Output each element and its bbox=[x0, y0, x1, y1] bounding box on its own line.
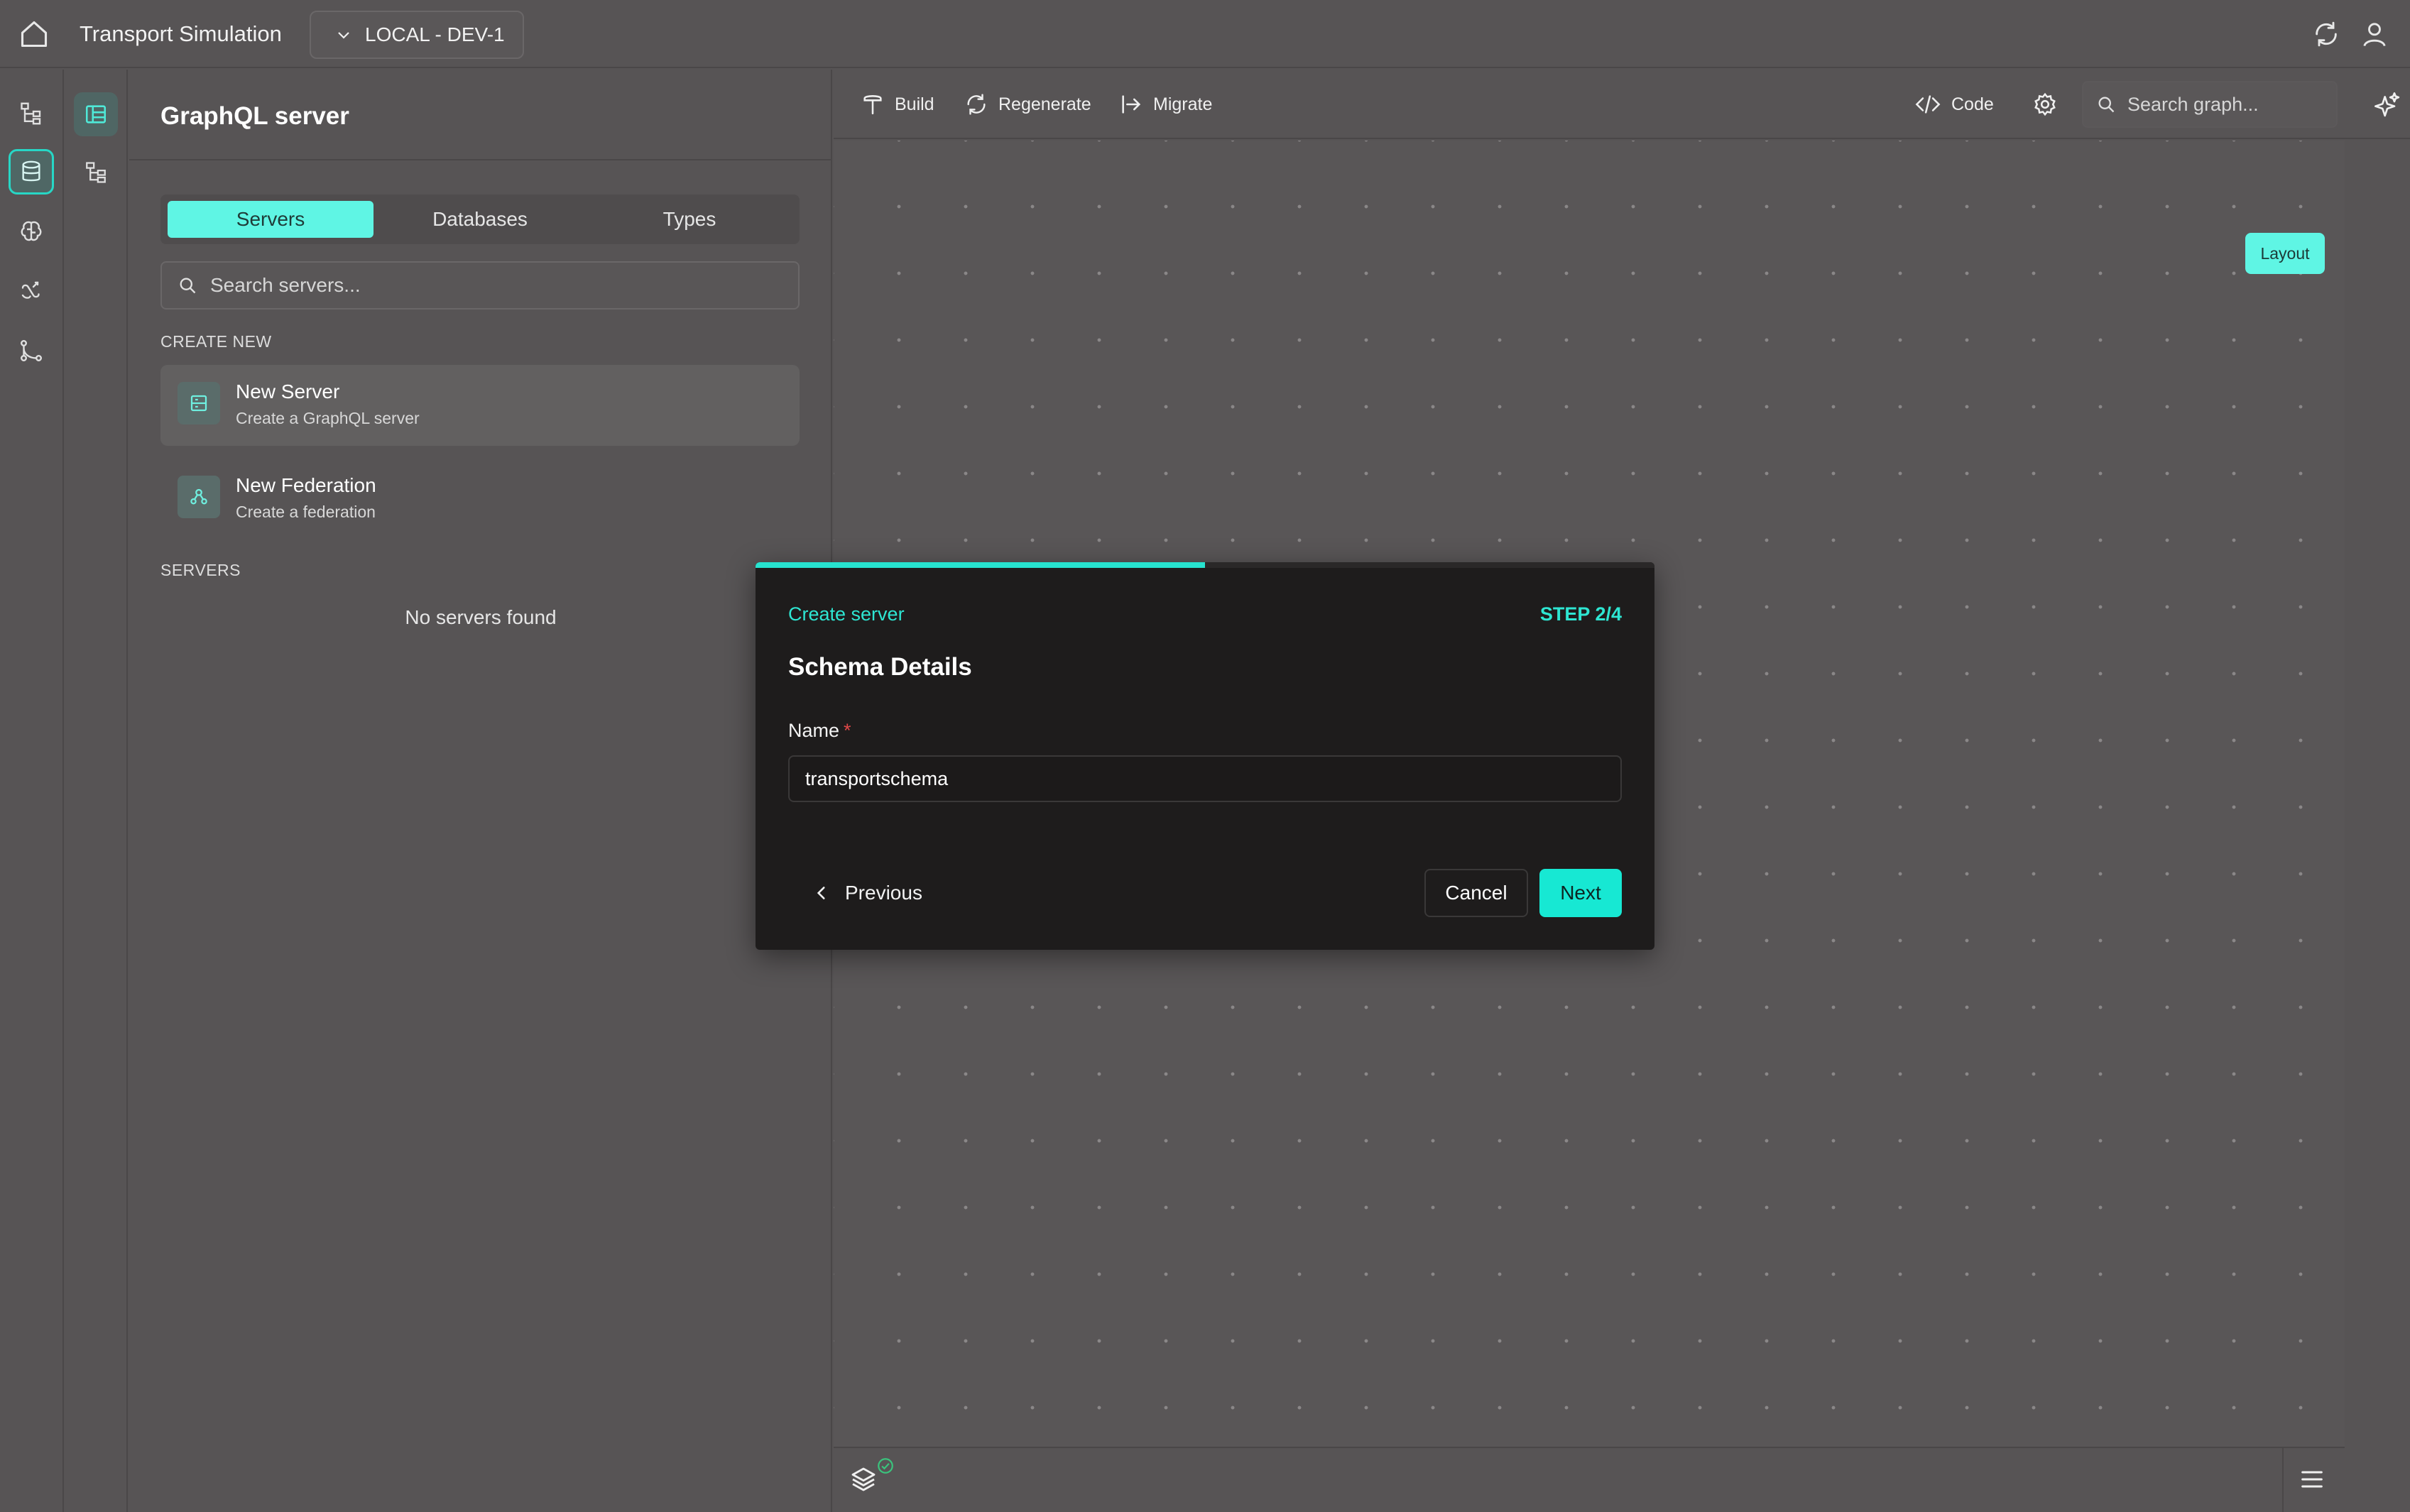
sparkle-icon[interactable] bbox=[2373, 91, 2401, 119]
secondary-nav-rail bbox=[65, 70, 128, 1512]
database-icon[interactable] bbox=[9, 149, 54, 195]
hamburger-menu-icon[interactable] bbox=[2298, 1465, 2326, 1494]
panel-tabs: Servers Databases Types bbox=[160, 195, 800, 244]
home-icon[interactable] bbox=[18, 18, 50, 50]
step-progress-fill bbox=[756, 562, 1205, 568]
tree-structure-icon[interactable] bbox=[9, 91, 54, 136]
code-button[interactable]: Code bbox=[1914, 88, 1994, 121]
top-bar: Transport Simulation LOCAL - DEV-1 bbox=[0, 0, 2410, 68]
graph-toolbar: Build Regenerate Migrate Code Search gra… bbox=[834, 70, 2410, 139]
new-server-item[interactable]: New Server Create a GraphQL server bbox=[160, 365, 800, 446]
hierarchy-icon[interactable] bbox=[74, 150, 118, 195]
refresh-icon[interactable] bbox=[2312, 20, 2340, 48]
code-icon bbox=[1914, 92, 1951, 116]
previous-button[interactable]: Previous bbox=[788, 869, 922, 917]
chevron-down-icon bbox=[335, 26, 352, 43]
server-search-box bbox=[160, 261, 800, 309]
migrate-label: Migrate bbox=[1153, 94, 1213, 114]
previous-label: Previous bbox=[845, 882, 922, 904]
primary-nav-rail bbox=[0, 70, 64, 1512]
app-title: Transport Simulation bbox=[80, 21, 282, 46]
new-federation-item[interactable]: New Federation Create a federation bbox=[160, 459, 800, 539]
new-server-title: New Server bbox=[236, 380, 340, 402]
build-label: Build bbox=[895, 94, 934, 114]
tab-servers[interactable]: Servers bbox=[168, 201, 374, 238]
search-icon bbox=[178, 275, 197, 295]
right-strip bbox=[2346, 141, 2410, 1512]
cancel-button[interactable]: Cancel bbox=[1424, 869, 1528, 917]
federation-icon bbox=[178, 476, 220, 518]
next-button[interactable]: Next bbox=[1539, 869, 1622, 917]
server-search-input[interactable] bbox=[210, 274, 764, 297]
dialog-kicker: Create server bbox=[788, 603, 905, 625]
search-icon bbox=[2096, 94, 2116, 114]
graphql-server-panel: GraphQL server Servers Databases Types C… bbox=[129, 70, 832, 1512]
new-server-subtitle: Create a GraphQL server bbox=[236, 409, 420, 427]
brain-icon[interactable] bbox=[9, 209, 54, 254]
new-federation-subtitle: Create a federation bbox=[236, 503, 376, 521]
migrate-button[interactable]: Migrate bbox=[1119, 88, 1212, 121]
server-dashboard-icon[interactable] bbox=[74, 92, 118, 136]
step-progress-track bbox=[756, 562, 1654, 568]
name-field-label: Name * bbox=[788, 720, 851, 742]
regenerate-icon bbox=[964, 92, 998, 116]
regenerate-label: Regenerate bbox=[998, 94, 1091, 114]
bottom-divider bbox=[2282, 1447, 2284, 1512]
tab-databases[interactable]: Databases bbox=[377, 201, 583, 238]
code-label: Code bbox=[1951, 94, 1994, 114]
migrate-icon bbox=[1119, 92, 1153, 116]
graph-search-box bbox=[2082, 81, 2338, 128]
tab-types[interactable]: Types bbox=[587, 201, 792, 238]
required-mark: * bbox=[844, 720, 851, 741]
build-icon bbox=[861, 92, 895, 116]
layout-button[interactable]: Layout bbox=[2245, 233, 2325, 274]
bottom-bar bbox=[834, 1447, 2345, 1512]
check-circle-icon bbox=[876, 1457, 895, 1475]
user-icon[interactable] bbox=[2360, 20, 2389, 48]
settings-button[interactable] bbox=[2032, 88, 2068, 121]
server-icon bbox=[178, 382, 220, 424]
environment-select[interactable]: LOCAL - DEV-1 bbox=[310, 11, 524, 59]
gear-icon bbox=[2032, 92, 2068, 117]
graph-search-input[interactable] bbox=[2127, 93, 2326, 116]
build-button[interactable]: Build bbox=[861, 88, 934, 121]
git-branch-icon[interactable] bbox=[9, 328, 54, 373]
function-icon[interactable] bbox=[9, 268, 54, 314]
panel-title: GraphQL server bbox=[160, 102, 349, 130]
name-label-text: Name bbox=[788, 720, 840, 741]
new-federation-title: New Federation bbox=[236, 474, 376, 496]
chevron-left-icon bbox=[814, 884, 845, 902]
servers-heading: SERVERS bbox=[160, 561, 241, 579]
step-indicator: STEP 2/4 bbox=[1539, 603, 1622, 625]
regenerate-button[interactable]: Regenerate bbox=[964, 88, 1091, 121]
panel-header: GraphQL server bbox=[129, 70, 832, 160]
dialog-title: Schema Details bbox=[788, 653, 972, 681]
create-server-dialog: Create server STEP 2/4 Schema Details Na… bbox=[756, 562, 1654, 950]
schema-name-input[interactable] bbox=[788, 755, 1622, 802]
empty-state-text: No servers found bbox=[405, 606, 557, 628]
create-new-heading: CREATE NEW bbox=[160, 332, 272, 351]
environment-label: LOCAL - DEV-1 bbox=[365, 23, 505, 45]
